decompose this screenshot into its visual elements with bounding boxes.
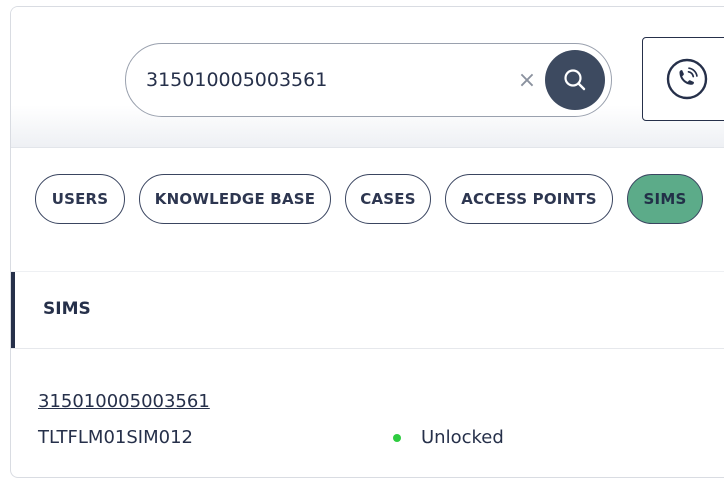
filter-chip-knowledge-base[interactable]: KNOWLEDGE BASE	[139, 174, 331, 224]
filter-chip-cases[interactable]: CASES	[345, 174, 431, 224]
search-icon	[564, 69, 586, 91]
section-indicator-bar	[11, 272, 15, 348]
search-input[interactable]	[146, 64, 486, 96]
call-button[interactable]	[642, 37, 724, 121]
status-dot	[393, 433, 401, 442]
sim-name: TLTFLM01SIM012	[38, 427, 193, 448]
filter-chip-access-points[interactable]: ACCESS POINTS	[445, 174, 613, 224]
sim-status: Unlocked	[393, 427, 504, 448]
search-panel: × USERS KNOWLEDGE BASE CASES ACCESS POIN…	[10, 6, 724, 478]
clear-search-button[interactable]: ×	[515, 66, 539, 94]
phone-icon	[666, 58, 708, 100]
search-button[interactable]	[545, 50, 605, 110]
section-title: SIMS	[43, 299, 91, 319]
header: ×	[11, 7, 724, 148]
search-box: ×	[125, 43, 612, 117]
close-icon: ×	[517, 67, 537, 93]
filter-chip-users[interactable]: USERS	[35, 174, 125, 224]
sim-id-link[interactable]: 315010005003561	[38, 391, 210, 412]
result-item: 315010005003561 TLTFLM01SIM012 Unlocked	[38, 391, 638, 461]
results-section-header: SIMS	[11, 271, 724, 349]
status-label: Unlocked	[421, 427, 504, 448]
filter-chip-sims[interactable]: SIMS	[627, 174, 703, 224]
